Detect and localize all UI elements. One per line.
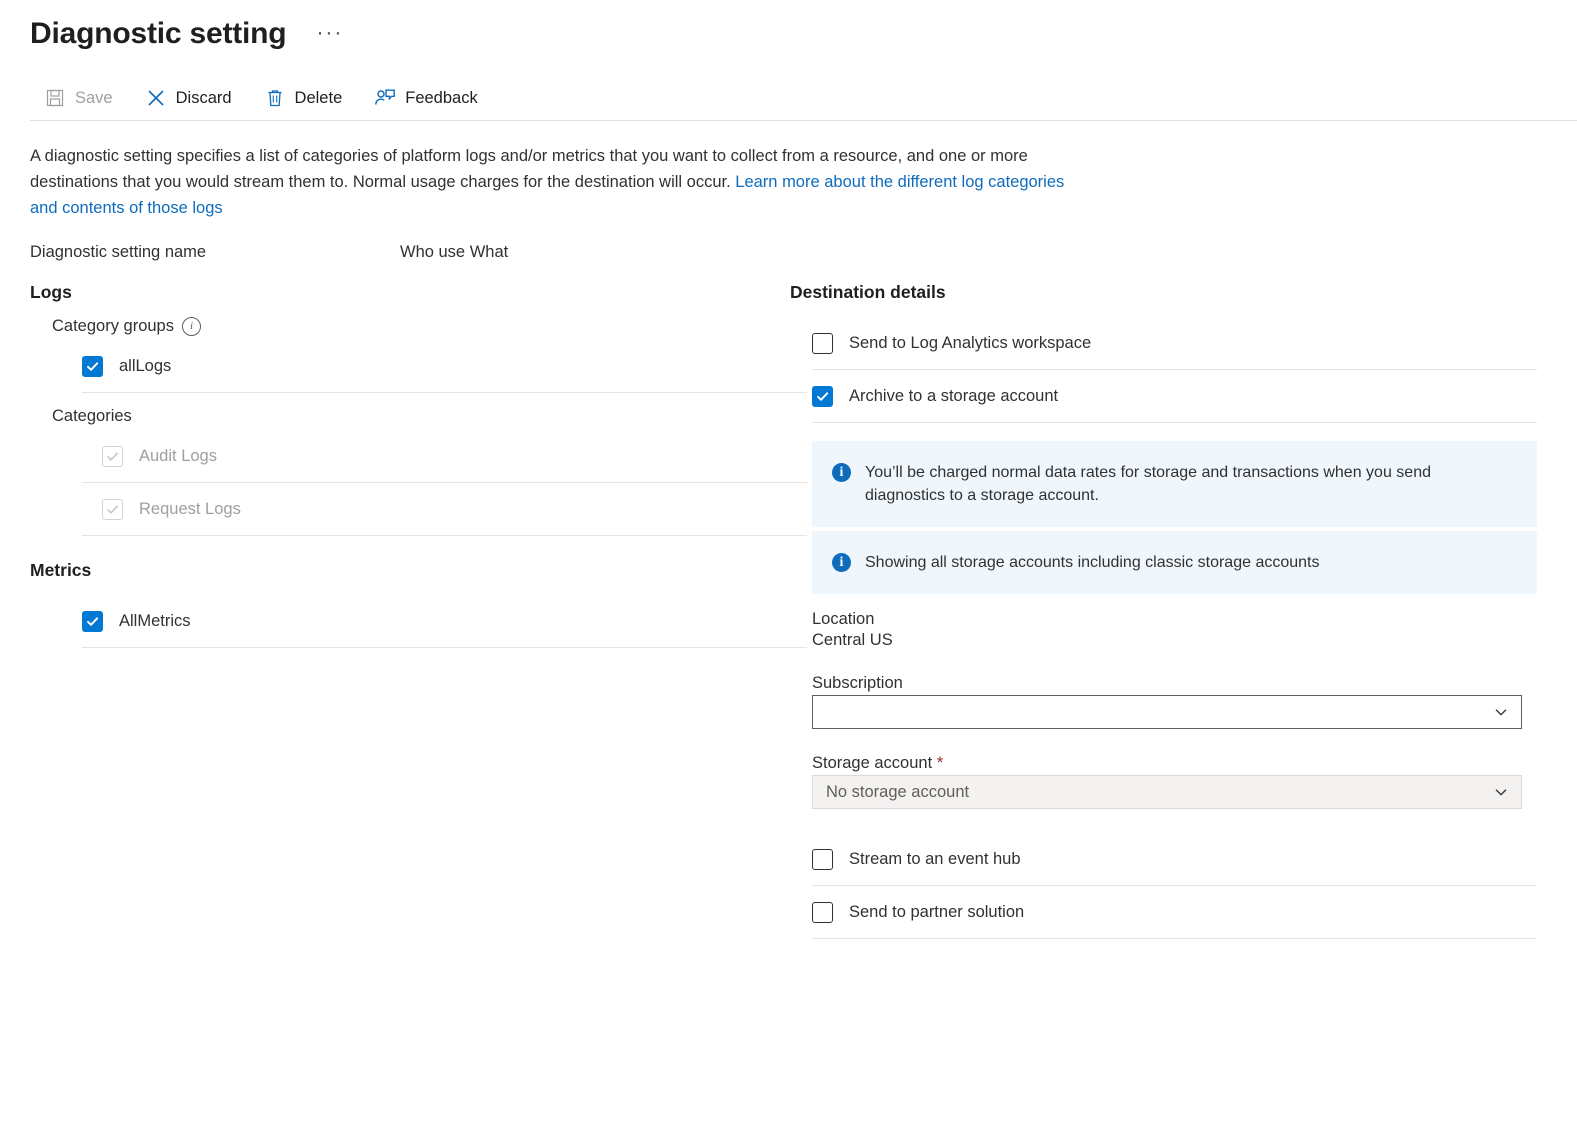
close-icon xyxy=(145,87,167,109)
diagnostic-setting-name-value: Who use What xyxy=(400,243,508,262)
checkbox-label-audit-logs: Audit Logs xyxy=(139,447,217,466)
chevron-down-icon xyxy=(1492,783,1510,801)
checkbox-row-request-logs: Request Logs xyxy=(102,483,790,535)
spacer-metrics xyxy=(30,536,790,560)
feedback-button[interactable]: Feedback xyxy=(370,83,491,113)
info-icon: i xyxy=(832,463,851,482)
spacer-subscription xyxy=(812,650,1550,674)
logs-section-title: Logs xyxy=(30,282,790,303)
subscription-select[interactable] xyxy=(812,695,1522,729)
divider-partner-solution xyxy=(812,938,1537,939)
diagnostic-setting-name-row: Diagnostic setting name Who use What xyxy=(30,243,1577,262)
page-title: Diagnostic setting xyxy=(30,14,286,54)
chevron-down-icon xyxy=(1492,703,1510,721)
trash-icon xyxy=(264,87,286,109)
divider-allmetrics xyxy=(82,647,807,648)
checkbox-allmetrics[interactable] xyxy=(82,611,103,632)
storage-account-label: Storage account * xyxy=(812,753,1550,773)
info-message-classic-accounts: i Showing all storage accounts including… xyxy=(812,531,1537,594)
storage-account-label-text: Storage account xyxy=(812,754,932,772)
command-bar: Save Discard Delete Fee xyxy=(0,76,1577,120)
location-label: Location xyxy=(812,610,1550,629)
save-label: Save xyxy=(75,89,113,108)
feedback-person-icon xyxy=(374,87,396,109)
category-groups-label: Category groups xyxy=(52,317,174,336)
location-value: Central US xyxy=(812,631,1550,650)
save-icon xyxy=(44,87,66,109)
metrics-section-title: Metrics xyxy=(30,560,790,581)
command-bar-divider xyxy=(30,120,1577,121)
intro-description: A diagnostic setting specifies a list of… xyxy=(30,143,1090,221)
checkbox-label-alllogs: allLogs xyxy=(119,357,171,376)
categories-label: Categories xyxy=(52,407,132,426)
required-asterisk: * xyxy=(937,753,944,772)
info-icon[interactable]: i xyxy=(182,317,201,336)
checkbox-row-alllogs[interactable]: allLogs xyxy=(82,340,790,392)
destination-column: Destination details Send to Log Analytic… xyxy=(790,282,1550,939)
checkbox-alllogs[interactable] xyxy=(82,356,103,377)
delete-label: Delete xyxy=(295,89,343,108)
info-message-storage-rates: i You’ll be charged normal data rates fo… xyxy=(812,441,1537,527)
storage-account-select[interactable]: No storage account xyxy=(812,775,1522,809)
checkbox-audit-logs xyxy=(102,446,123,467)
save-button[interactable]: Save xyxy=(40,83,127,113)
info-message-text: Showing all storage accounts including c… xyxy=(865,551,1319,574)
categories-label-row: Categories xyxy=(52,407,790,426)
checkbox-row-archive-storage[interactable]: Archive to a storage account xyxy=(812,370,1550,422)
spacer-location xyxy=(812,598,1550,610)
checkbox-label-archive-storage: Archive to a storage account xyxy=(849,387,1058,406)
checkbox-request-logs xyxy=(102,499,123,520)
feedback-label: Feedback xyxy=(405,89,477,108)
checkbox-label-allmetrics: AllMetrics xyxy=(119,612,191,631)
checkbox-partner-solution[interactable] xyxy=(812,902,833,923)
destination-section-title: Destination details xyxy=(790,282,1550,303)
spacer-event-hub xyxy=(812,809,1550,833)
info-icon: i xyxy=(832,553,851,572)
checkbox-label-partner-solution: Send to partner solution xyxy=(849,903,1024,922)
checkbox-log-analytics[interactable] xyxy=(812,333,833,354)
storage-account-select-value: No storage account xyxy=(826,783,969,802)
category-groups-label-row: Category groups i xyxy=(52,317,790,336)
checkbox-row-event-hub[interactable]: Stream to an event hub xyxy=(812,833,1550,885)
delete-button[interactable]: Delete xyxy=(260,83,357,113)
checkbox-event-hub[interactable] xyxy=(812,849,833,870)
discard-button[interactable]: Discard xyxy=(141,83,246,113)
checkbox-row-audit-logs: Audit Logs xyxy=(102,430,790,482)
spacer-storage-account xyxy=(812,729,1550,753)
checkbox-row-allmetrics[interactable]: AllMetrics xyxy=(82,595,790,647)
spacer-infobox xyxy=(812,423,1550,441)
destination-options: Send to Log Analytics workspace Archive … xyxy=(812,317,1550,939)
checkbox-archive-storage[interactable] xyxy=(812,386,833,407)
diagnostic-setting-name-label: Diagnostic setting name xyxy=(30,243,400,262)
settings-body: Logs Category groups i allLogs Categorie… xyxy=(0,282,1577,939)
discard-label: Discard xyxy=(176,89,232,108)
page-header: Diagnostic setting ··· xyxy=(0,0,1577,54)
divider-alllogs xyxy=(82,392,807,393)
checkbox-label-event-hub: Stream to an event hub xyxy=(849,850,1021,869)
logs-column: Logs Category groups i allLogs Categorie… xyxy=(0,282,790,939)
info-message-text: You’ll be charged normal data rates for … xyxy=(865,461,1485,507)
checkbox-row-log-analytics[interactable]: Send to Log Analytics workspace xyxy=(812,317,1550,369)
subscription-label: Subscription xyxy=(812,674,1550,693)
more-options-icon[interactable]: ··· xyxy=(316,25,343,41)
checkbox-row-partner-solution[interactable]: Send to partner solution xyxy=(812,886,1550,938)
checkbox-label-request-logs: Request Logs xyxy=(139,500,241,519)
checkbox-label-log-analytics: Send to Log Analytics workspace xyxy=(849,334,1091,353)
